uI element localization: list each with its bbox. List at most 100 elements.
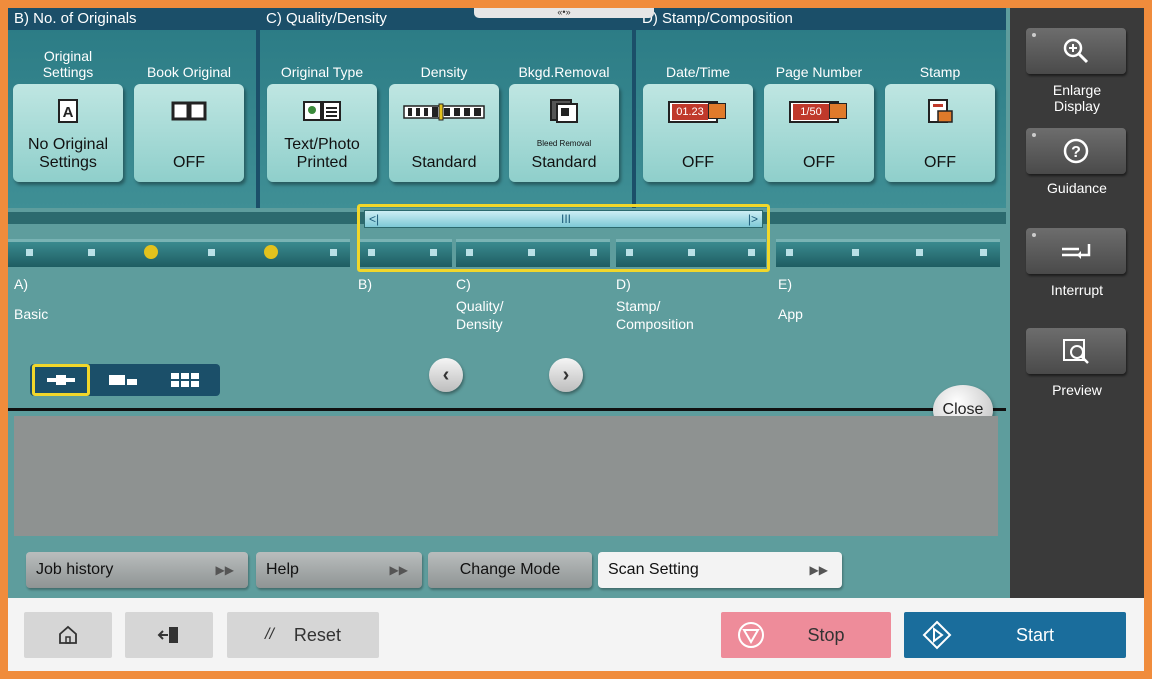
original-settings-icon: A: [13, 98, 123, 124]
setting-label: Book Original: [146, 64, 232, 80]
nav-label-composition: Composition: [616, 316, 694, 332]
section-divider: [8, 408, 1006, 411]
setting-sub-label: Bleed Removal: [536, 139, 592, 148]
stamp-icon: [885, 98, 995, 124]
nav-label-d: D): [616, 276, 631, 292]
next-page-button[interactable]: ›: [549, 358, 583, 392]
setting-stamp: Stamp OFF: [882, 36, 998, 182]
setting-value: Text/Photo Printed: [284, 136, 360, 171]
navigator-segment-basic[interactable]: [8, 239, 350, 267]
group-divider: [632, 8, 636, 208]
nav-label-density: Density: [456, 316, 503, 332]
setting-background-removal: Bkgd.Removal Bleed Removal Standard: [506, 36, 622, 182]
double-chevron-icon: ▶▶: [809, 563, 828, 577]
setting-value: Standard: [531, 154, 597, 171]
page-number-button[interactable]: 1/50 OFF: [764, 84, 874, 182]
active-setting-indicator: [144, 245, 158, 259]
reset-button[interactable]: // Reset: [227, 612, 379, 658]
side-panel: Enlarge Display ? Guidance Interrupt Pre…: [1010, 8, 1144, 598]
original-type-icon: [267, 98, 377, 124]
interrupt-label: Interrupt: [1050, 282, 1104, 298]
setting-value: Standard: [411, 154, 477, 171]
nav-label-c: C): [456, 276, 471, 292]
logout-icon: [157, 627, 178, 643]
nav-label-b: B): [358, 276, 372, 292]
bottom-bar: // Reset Stop Start: [8, 598, 1144, 671]
previous-page-button[interactable]: ‹: [429, 358, 463, 392]
setting-original-settings: Original Settings A No Original Settings: [10, 36, 126, 182]
book-icon: [134, 98, 244, 124]
view-list-button[interactable]: [94, 364, 152, 396]
navigator-segment-app[interactable]: [776, 239, 1000, 267]
zoom-in-icon: [1063, 38, 1089, 64]
stop-button[interactable]: Stop: [721, 612, 891, 658]
tab-change-mode[interactable]: Change Mode: [428, 552, 592, 588]
panel-handle[interactable]: «•»: [474, 8, 654, 18]
interrupt-button[interactable]: [1026, 228, 1126, 274]
group-header-stamp: D) Stamp/Composition: [636, 8, 1006, 30]
tab-job-history[interactable]: Job history ▶▶: [26, 552, 248, 588]
grip-icon: III: [561, 212, 572, 226]
nav-label-quality: Quality/: [456, 298, 504, 314]
screen: B) No. of Originals C) Quality/Density D…: [8, 8, 1144, 671]
density-button[interactable]: Standard: [389, 84, 499, 182]
start-button[interactable]: Start: [904, 612, 1126, 658]
svg-text:?: ?: [1071, 144, 1081, 161]
group-header-originals: B) No. of Originals: [8, 8, 256, 30]
view-navigator-button[interactable]: [32, 364, 90, 396]
preview-button[interactable]: [1026, 328, 1126, 374]
tab-scan-setting[interactable]: Scan Setting ▶▶: [598, 552, 842, 588]
chevron-left-icon: ‹: [442, 363, 450, 386]
double-chevron-icon: ▶▶: [389, 563, 408, 577]
nav-label-a: A): [14, 276, 28, 292]
setting-book-original: Book Original OFF: [131, 36, 247, 182]
nav-label-basic: Basic: [14, 306, 49, 322]
logout-button[interactable]: [125, 612, 213, 658]
start-icon: [922, 620, 952, 650]
setting-date-time: Date/Time 01.23 OFF: [640, 36, 756, 182]
view-mode-toggle: [30, 364, 220, 396]
grid-view-icon: [171, 373, 199, 387]
home-button[interactable]: [24, 612, 112, 658]
nav-label-e: E): [778, 276, 792, 292]
density-scale-icon: [389, 98, 499, 124]
enlarge-display-label: Enlarge Display: [1052, 82, 1102, 114]
scroll-left-icon: <|: [369, 212, 380, 226]
setting-label: Original Type: [280, 64, 364, 80]
list-view-icon: [109, 375, 137, 385]
stamp-button[interactable]: OFF: [885, 84, 995, 182]
setting-value: OFF: [173, 154, 205, 171]
page-number-icon: 1/50: [764, 98, 874, 124]
setting-label: Original Settings: [42, 48, 94, 80]
book-original-button[interactable]: OFF: [134, 84, 244, 182]
group-divider: [256, 8, 260, 208]
svg-text:A: A: [63, 104, 74, 121]
setting-value: OFF: [924, 154, 956, 171]
enlarge-display-button[interactable]: [1026, 28, 1126, 74]
nav-label-app: App: [778, 306, 803, 322]
tab-help[interactable]: Help ▶▶: [256, 552, 422, 588]
view-grid-button[interactable]: [156, 364, 214, 396]
settings-panel: B) No. of Originals C) Quality/Density D…: [8, 8, 1006, 208]
guidance-label: Guidance: [1047, 180, 1107, 196]
preview-label: Preview: [1052, 382, 1102, 398]
setting-label: Density: [420, 64, 468, 80]
background-removal-button[interactable]: Bleed Removal Standard: [509, 84, 619, 182]
chevron-right-icon: ›: [562, 363, 570, 386]
setting-value: No Original Settings: [27, 136, 109, 171]
setting-value: OFF: [682, 154, 714, 171]
help-icon: ?: [1063, 138, 1089, 164]
setting-label: Page Number: [775, 64, 863, 80]
original-settings-button[interactable]: A No Original Settings: [13, 84, 123, 182]
navigator-scrollbar[interactable]: <| III |>: [364, 210, 763, 228]
guidance-button[interactable]: ?: [1026, 128, 1126, 174]
date-time-button[interactable]: 01.23 OFF: [643, 84, 753, 182]
original-type-button[interactable]: Text/Photo Printed: [267, 84, 377, 182]
setting-value: OFF: [803, 154, 835, 171]
setting-label: Bkgd.Removal: [518, 64, 610, 80]
preview-icon: [1063, 339, 1089, 364]
navigator-viewport[interactable]: <| III |>: [357, 204, 770, 272]
active-setting-indicator: [264, 245, 278, 259]
background-removal-icon: [509, 98, 619, 124]
setting-density: Density Standard: [386, 36, 502, 182]
